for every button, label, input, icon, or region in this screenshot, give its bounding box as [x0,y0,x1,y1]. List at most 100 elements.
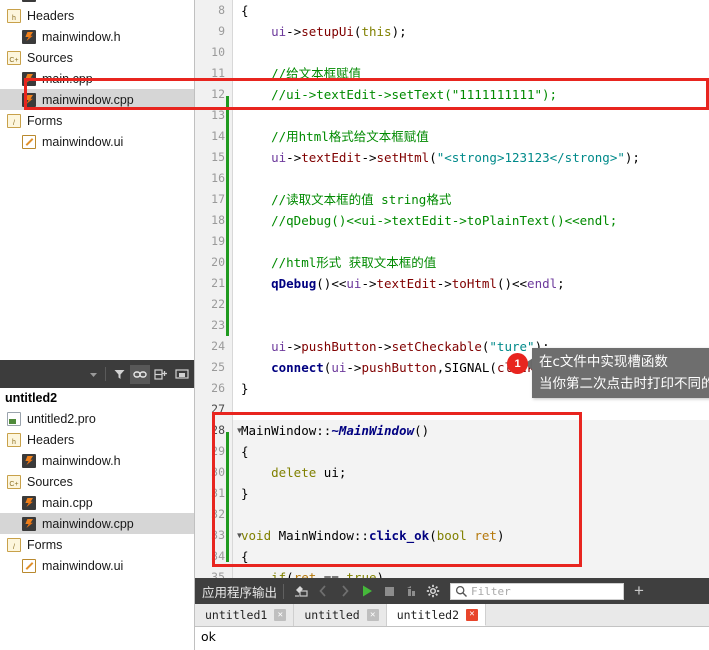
line-number: 28 [211,423,225,437]
code-line[interactable]: void MainWindow::click_ok(bool ret) [241,525,504,546]
line-number: 21 [211,276,225,290]
project-tree-top[interactable]: h Headers mainwindow.h C+ Sources main.cpp mai… [0,0,195,360]
code-token: ()<< [496,276,528,291]
ui-file-icon [22,558,36,573]
code-line[interactable]: ui->setupUi(this); [241,21,407,42]
close-split-icon[interactable] [172,365,192,384]
line-number: 22 [211,297,225,311]
code-token: //用html格式给文本框赋值 [241,129,429,144]
tree-item[interactable]: main.cpp [0,68,195,89]
close-tab-icon[interactable]: ✕ [466,608,479,621]
line-number: 9 [218,24,225,38]
line-number: 17 [211,192,225,206]
tree-item[interactable]: / Forms [0,110,195,131]
project-tree-bottom[interactable]: untitled2 untitled2.pro h Headers mainwindo… [0,388,195,650]
project-tree-toolbar[interactable] [0,360,195,388]
code-line[interactable]: //用html格式给文本框赋值 [241,126,429,147]
code-token: ()<< [316,276,347,291]
code-token: MainWindow [271,528,354,543]
code-token: ui [331,360,347,375]
link-with-editor-icon[interactable] [130,364,150,384]
code-line[interactable]: MainWindow::~MainWindow() [241,420,429,441]
output-tab-bar[interactable]: untitled1 ✕ untitled ✕ untitled2 ✕ [195,604,709,627]
code-line[interactable]: } [241,483,249,504]
tree-item[interactable]: untitled2.pro [0,408,195,429]
tree-item[interactable]: mainwindow.ui [0,131,195,152]
code-token: -> [286,24,302,39]
gutter-border [232,0,233,578]
run-icon[interactable] [356,580,378,602]
tree-item[interactable]: C+ Sources [0,47,195,68]
output-tab[interactable]: untitled2 ✕ [386,604,487,626]
tree-item[interactable]: C+ Sources [0,471,195,492]
code-line[interactable]: //html形式 获取文本框的值 [241,252,436,273]
line-number: 12 [211,87,225,101]
code-line[interactable]: //读取文本框的值 string格式 [241,189,451,210]
tooltip-line-2: 当你第二次点击时打印不同的字符串 [539,376,709,392]
clear-output-icon[interactable] [290,580,312,602]
tree-item[interactable]: mainwindow.ui [0,555,195,576]
code-line[interactable]: delete ui; [241,462,346,483]
tree-item[interactable]: mainwindow.cpp [0,513,195,534]
code-line[interactable]: //qDebug()<<ui->textEdit->toPlainText()<… [241,210,617,231]
output-tab[interactable]: untitled1 ✕ [195,604,295,626]
code-token: -> [436,276,452,291]
code-line[interactable]: } [241,378,249,399]
tree-item[interactable]: mainwindow.cpp [0,89,195,110]
code-line[interactable]: { [241,441,249,462]
code-line[interactable]: if(ret == true) [241,567,384,578]
code-token: //读取文本框的值 string格式 [241,192,452,207]
code-token: true [346,570,377,578]
code-token: ; [557,276,565,291]
code-line[interactable]: ui->pushButton->setCheckable("ture"); [241,336,550,357]
add-output-pane-button[interactable]: + [628,580,650,602]
code-line[interactable]: //给文本框赋值 [241,63,361,84]
code-line[interactable]: ui->textEdit->setHtml("<strong>123123</s… [241,147,640,168]
close-tab-icon[interactable]: ✕ [274,609,287,621]
line-number: 30 [211,465,225,479]
annotation-badge: 1 [507,353,528,374]
code-token: ( [489,360,497,375]
tree-item[interactable]: / Forms [0,534,195,555]
code-editor[interactable]: 8{9 ui->setupUi(this); 10 11 //给文本框赋值 12 //… [195,0,709,578]
code-token: ); [391,24,407,39]
line-number: 13 [211,108,225,122]
tree-item[interactable]: h Headers [0,5,195,26]
code-token: bool [436,528,467,543]
filter-input[interactable] [471,584,612,598]
attach-debugger-icon[interactable] [400,580,422,602]
search-icon [455,585,468,597]
filter-dropdown-icon[interactable] [83,365,103,384]
split-add-icon[interactable] [151,365,171,384]
close-tab-icon[interactable]: ✕ [366,609,379,621]
code-token: :: [316,423,332,438]
line-number: 16 [211,171,225,185]
tree-item[interactable]: mainwindow.h [0,450,195,471]
line-number: 33 [211,528,225,542]
output-tab[interactable]: untitled ✕ [294,604,387,626]
code-token: ret [474,528,497,543]
code-token: () [414,423,430,438]
code-line[interactable]: { [241,546,249,567]
code-token: SIGNAL [444,360,490,375]
code-line[interactable]: qDebug()<<ui->textEdit->toHtml()<<endl; [241,273,565,294]
code-line[interactable]: { [241,0,249,21]
code-token: ( [286,570,294,578]
code-token: delete [271,465,317,480]
code-token: if [271,570,287,578]
filter-field[interactable] [450,582,625,600]
code-token: -> [286,150,302,165]
tree-item[interactable]: main.cpp [0,492,195,513]
code-line[interactable]: //ui->textEdit->setText("1111111111"); [241,84,557,105]
filter-funnel-icon[interactable] [109,365,129,384]
settings-gear-icon[interactable] [422,580,444,602]
line-number: 34 [211,549,225,563]
stop-icon[interactable] [378,580,400,602]
tree-item-label: mainwindow.cpp [42,92,134,107]
tree-item[interactable]: h Headers [0,429,195,450]
tree-item[interactable]: mainwindow.h [0,26,195,47]
code-token: -> [376,339,392,354]
tree-item-label: mainwindow.cpp [42,516,134,531]
